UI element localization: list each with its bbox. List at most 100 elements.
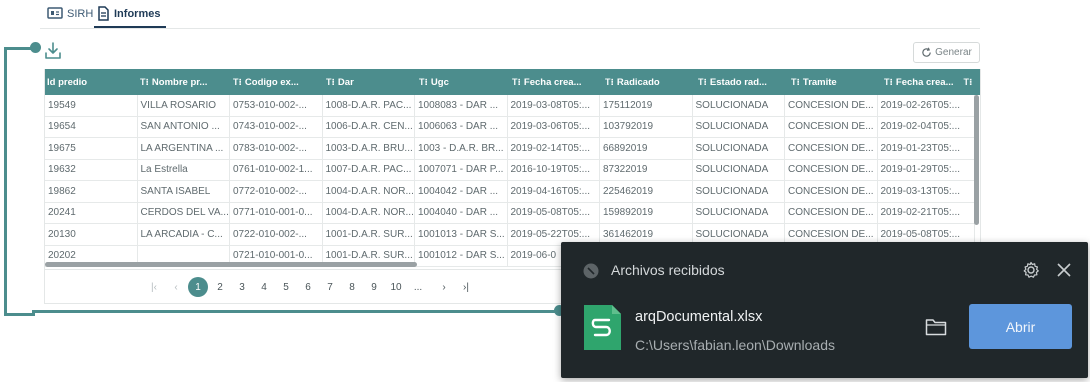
table-cell[interactable]: 20241 bbox=[45, 202, 138, 223]
table-cell[interactable]: CONCESION DE... bbox=[785, 202, 878, 223]
table-cell[interactable]: 2019-01-29T05:... bbox=[878, 159, 975, 180]
table-cell[interactable]: 2019-03-06T05:... bbox=[508, 116, 600, 137]
table-cell[interactable]: 2019-02-26T05:... bbox=[878, 95, 975, 116]
table-cell[interactable]: 19862 bbox=[45, 181, 138, 202]
table-row[interactable]: 19549 VILLA ROSARIO 0753-010-002-... 1008-D… bbox=[45, 95, 975, 117]
more-pages-button[interactable]: ... bbox=[408, 277, 428, 297]
table-cell[interactable]: 1004042 - DAR ... bbox=[415, 181, 508, 202]
table-cell[interactable]: CERDOS DEL VA... bbox=[138, 202, 230, 223]
column-header-dar[interactable]: T⁝ Dar bbox=[324, 69, 417, 95]
table-cell[interactable]: 2019-03-13T05:... bbox=[878, 181, 975, 202]
table-cell[interactable]: SOLUCIONADA bbox=[693, 116, 785, 137]
table-cell[interactable]: 1008083 - DAR ... bbox=[415, 95, 508, 116]
table-cell[interactable]: 2019-04-16T05:... bbox=[508, 181, 600, 202]
filter-icon[interactable]: T⁝ bbox=[884, 77, 893, 88]
table-cell[interactable]: 19654 bbox=[45, 116, 138, 137]
settings-icon[interactable] bbox=[1022, 261, 1040, 284]
close-icon[interactable] bbox=[1055, 261, 1073, 284]
table-cell[interactable]: CONCESION DE... bbox=[785, 181, 878, 202]
table-cell[interactable]: 175112019 bbox=[600, 95, 693, 116]
table-cell[interactable]: 0753-010-002-... bbox=[230, 95, 323, 116]
table-cell[interactable]: 1006063 - DAR ... bbox=[415, 116, 508, 137]
column-header-tramite[interactable]: T⁝ Tramite bbox=[789, 69, 882, 95]
table-cell[interactable]: 1001012 - DAR S... bbox=[415, 245, 508, 266]
generar-button[interactable]: Generar bbox=[913, 42, 980, 63]
table-cell[interactable]: CONCESION DE... bbox=[785, 116, 878, 137]
tab-sirh[interactable]: SIRH bbox=[47, 0, 93, 27]
table-cell[interactable]: VILLA ROSARIO bbox=[138, 95, 230, 116]
page-button[interactable]: 9 bbox=[364, 277, 384, 297]
table-cell[interactable]: 0743-010-002-... bbox=[230, 116, 323, 137]
vertical-scrollbar[interactable] bbox=[974, 95, 979, 225]
table-cell[interactable]: LA ARCADIA - C... bbox=[138, 224, 230, 245]
column-header-ugc[interactable]: T⁝ Ugc bbox=[417, 69, 510, 95]
filter-icon[interactable]: T⁝ bbox=[963, 77, 972, 88]
filter-icon[interactable]: T⁝ bbox=[140, 77, 149, 88]
table-cell[interactable]: 1001013 - DAR S... bbox=[415, 224, 508, 245]
table-cell[interactable]: 2019-02-04T05:... bbox=[878, 116, 975, 137]
table-cell[interactable]: 1007-D.A.R. PAC... bbox=[323, 159, 415, 180]
table-cell[interactable]: 1006-D.A.R. CEN... bbox=[323, 116, 415, 137]
table-cell[interactable]: 19675 bbox=[45, 138, 138, 159]
table-cell[interactable]: 66892019 bbox=[600, 138, 693, 159]
filter-icon[interactable]: T⁝ bbox=[326, 77, 335, 88]
table-cell[interactable]: LA ARGENTINA ... bbox=[138, 138, 230, 159]
column-header-estado[interactable]: T⁝ Estado rad... bbox=[696, 69, 789, 95]
next-page-icon[interactable]: › bbox=[434, 277, 454, 297]
table-cell[interactable]: 0772-010-002-... bbox=[230, 181, 323, 202]
page-button[interactable]: 6 bbox=[298, 277, 318, 297]
column-header-fecha-creacion-2[interactable]: T⁝ Fecha crea... T⁝ bbox=[882, 69, 980, 95]
table-cell[interactable]: SOLUCIONADA bbox=[693, 202, 785, 223]
table-cell[interactable]: 1004040 - DAR ... bbox=[415, 202, 508, 223]
page-button[interactable]: 8 bbox=[342, 277, 362, 297]
table-cell[interactable]: 159892019 bbox=[600, 202, 693, 223]
table-cell[interactable]: 2019-05-08T05:... bbox=[508, 202, 600, 223]
table-cell[interactable]: CONCESION DE... bbox=[785, 159, 878, 180]
downloaded-file-name[interactable]: arqDocumental.xlsx bbox=[635, 309, 762, 325]
table-cell[interactable]: 1003-D.A.R. BRU... bbox=[323, 138, 415, 159]
folder-icon[interactable] bbox=[925, 318, 947, 341]
table-cell[interactable]: 1007071 - DAR P... bbox=[415, 159, 508, 180]
first-page-icon[interactable]: |‹ bbox=[144, 277, 164, 297]
table-cell[interactable]: 2016-10-19T05:... bbox=[508, 159, 600, 180]
table-cell[interactable]: 2019-01-23T05:... bbox=[878, 138, 975, 159]
page-button[interactable]: 3 bbox=[232, 277, 252, 297]
page-button[interactable]: 7 bbox=[320, 277, 340, 297]
filter-icon[interactable]: T⁝ bbox=[698, 77, 707, 88]
table-row[interactable]: 19654 SAN ANTONIO ... 0743-010-002-... 1006… bbox=[45, 116, 975, 138]
table-cell[interactable]: SOLUCIONADA bbox=[693, 181, 785, 202]
open-file-button[interactable]: Abrir bbox=[969, 304, 1072, 349]
page-button[interactable]: 5 bbox=[276, 277, 296, 297]
column-header-id-predio[interactable]: Id predio bbox=[45, 69, 138, 95]
tab-informes[interactable]: Informes bbox=[93, 0, 167, 28]
page-button[interactable]: 1 bbox=[188, 277, 208, 297]
table-row[interactable]: 19632 La Estrella 0761-010-002-1... 1007-D.… bbox=[45, 159, 975, 181]
prev-page-icon[interactable]: ‹ bbox=[166, 277, 186, 297]
table-cell[interactable]: 0771-010-001-0... bbox=[230, 202, 323, 223]
last-page-icon[interactable]: ›| bbox=[456, 277, 476, 297]
table-row[interactable]: 19675 LA ARGENTINA ... 0783-010-002-... 100… bbox=[45, 138, 975, 160]
filter-icon[interactable]: T⁝ bbox=[419, 77, 428, 88]
table-cell[interactable]: 19549 bbox=[45, 95, 138, 116]
table-cell[interactable]: 225462019 bbox=[600, 181, 693, 202]
table-cell[interactable]: 1003 - D.A.R. BR... bbox=[415, 138, 508, 159]
table-cell[interactable]: 1004-D.A.R. NOR... bbox=[323, 181, 415, 202]
page-button[interactable]: 2 bbox=[210, 277, 230, 297]
table-row[interactable]: 19862 SANTA ISABEL 0772-010-002-... 1004-D.… bbox=[45, 181, 975, 203]
table-cell[interactable]: 2019-03-08T05:... bbox=[508, 95, 600, 116]
page-button[interactable]: 10 bbox=[386, 277, 406, 297]
table-cell[interactable]: 0761-010-002-1... bbox=[230, 159, 323, 180]
filter-icon[interactable]: T⁝ bbox=[512, 77, 521, 88]
table-cell[interactable]: SOLUCIONADA bbox=[693, 159, 785, 180]
table-cell[interactable]: SOLUCIONADA bbox=[693, 95, 785, 116]
table-cell[interactable]: SANTA ISABEL bbox=[138, 181, 230, 202]
table-cell[interactable]: SOLUCIONADA bbox=[693, 138, 785, 159]
filter-icon[interactable]: T⁝ bbox=[605, 77, 614, 88]
column-header-nombre[interactable]: T⁝ Nombre pr... bbox=[138, 69, 231, 95]
table-cell[interactable]: 103792019 bbox=[600, 116, 693, 137]
column-header-radicado[interactable]: T⁝ Radicado bbox=[603, 69, 696, 95]
table-cell[interactable]: 1008-D.A.R. PAC... bbox=[323, 95, 415, 116]
horizontal-scrollbar[interactable] bbox=[45, 262, 417, 267]
page-button[interactable]: 4 bbox=[254, 277, 274, 297]
table-row[interactable]: 20241 CERDOS DEL VA... 0771-010-001-0... 10… bbox=[45, 202, 975, 224]
